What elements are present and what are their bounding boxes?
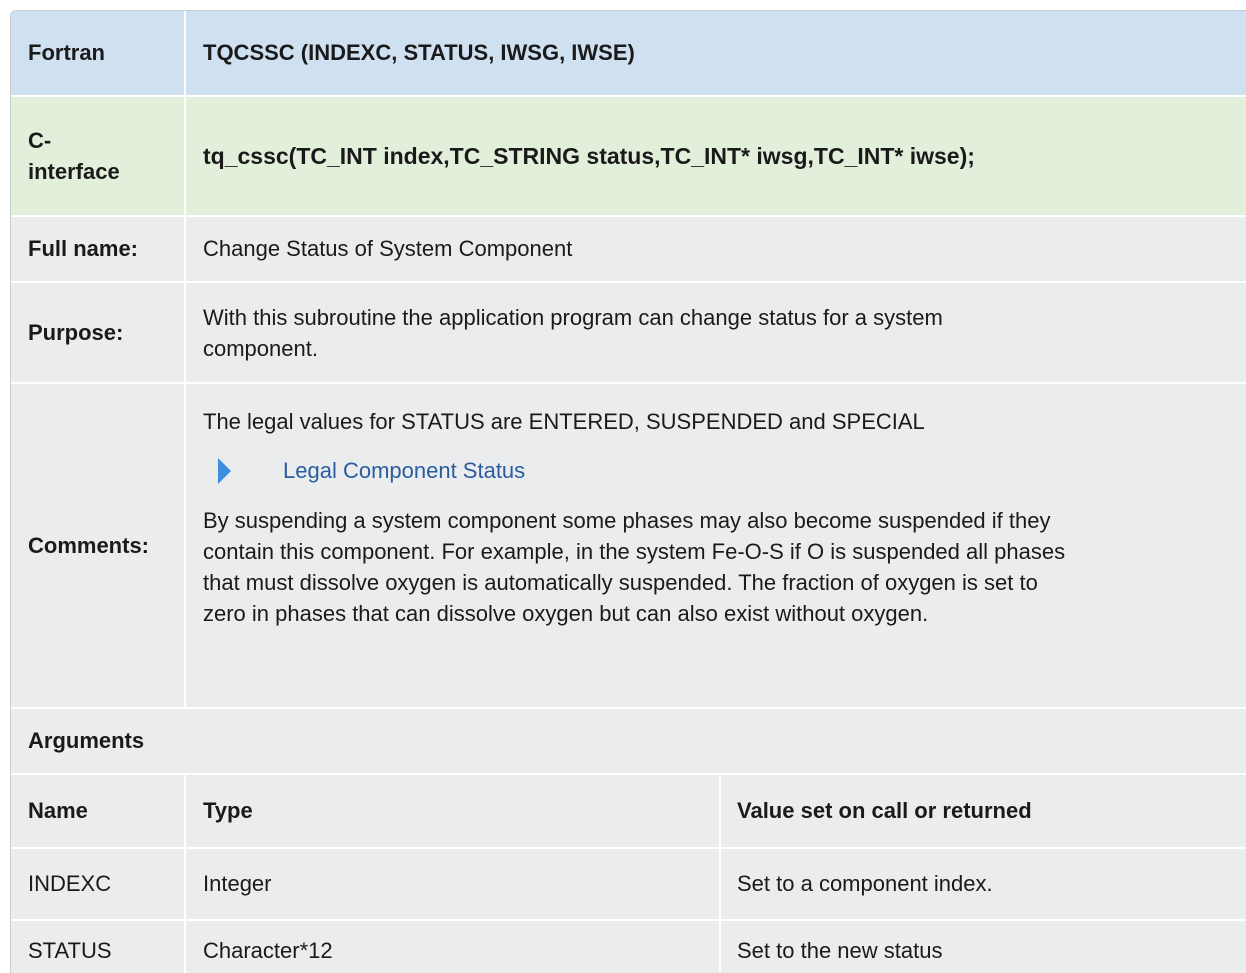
function-reference-table: Fortran TQCSSC (INDEXC, STATUS, IWSG, IW… xyxy=(10,10,1246,973)
arguments-title-row: Arguments xyxy=(11,709,1246,775)
column-header-type: Type xyxy=(203,798,253,823)
full-name-row: Full name: Change Status of System Compo… xyxy=(11,217,1246,283)
purpose-value: With this subroutine the application pro… xyxy=(203,304,943,361)
arg-type: Integer xyxy=(203,871,272,896)
arg-type: Character*12 xyxy=(203,938,333,963)
fortran-signature: TQCSSC (INDEXC, STATUS, IWSG, IWSE) xyxy=(203,40,635,65)
c-interface-signature: tq_cssc(TC_INT index,TC_STRING status,TC… xyxy=(203,142,975,169)
arg-value: Set to the new status xyxy=(737,938,943,963)
legal-status-dropdown[interactable]: Legal Component Status xyxy=(218,458,1065,484)
comments-row: Comments: The legal values for STATUS ar… xyxy=(11,384,1246,709)
c-interface-row: C-interface tq_cssc(TC_INT index,TC_STRI… xyxy=(11,97,1246,217)
arg-value: Set to a component index. xyxy=(737,871,993,896)
full-name-value: Change Status of System Component xyxy=(203,236,573,261)
comments-label: Comments: xyxy=(28,532,150,558)
fortran-label: Fortran xyxy=(28,40,105,65)
purpose-row: Purpose: With this subroutine the applic… xyxy=(11,283,1246,384)
comments-content: The legal values for STATUS are ENTERED,… xyxy=(186,384,1246,707)
comments-paragraph: By suspending a system component some ph… xyxy=(203,508,1066,626)
purpose-label: Purpose: xyxy=(28,319,124,345)
table-row: STATUS Character*12 Set to the new statu… xyxy=(11,921,1246,973)
arguments-title: Arguments xyxy=(28,728,145,753)
column-header-value: Value set on call or returned xyxy=(737,798,1032,823)
legal-status-link[interactable]: Legal Component Status xyxy=(283,458,525,484)
arg-name: STATUS xyxy=(28,938,112,963)
full-name-label: Full name: xyxy=(28,236,139,261)
arg-name: INDEXC xyxy=(28,871,112,896)
c-interface-label: C-interface xyxy=(28,128,120,184)
column-header-name: Name xyxy=(28,798,88,823)
table-row: INDEXC Integer Set to a component index. xyxy=(11,849,1246,921)
expand-arrow-icon[interactable] xyxy=(218,458,231,484)
arguments-header-row: Name Type Value set on call or returned xyxy=(11,775,1246,849)
comments-intro: The legal values for STATUS are ENTERED,… xyxy=(203,409,925,434)
fortran-row: Fortran TQCSSC (INDEXC, STATUS, IWSG, IW… xyxy=(11,11,1246,97)
